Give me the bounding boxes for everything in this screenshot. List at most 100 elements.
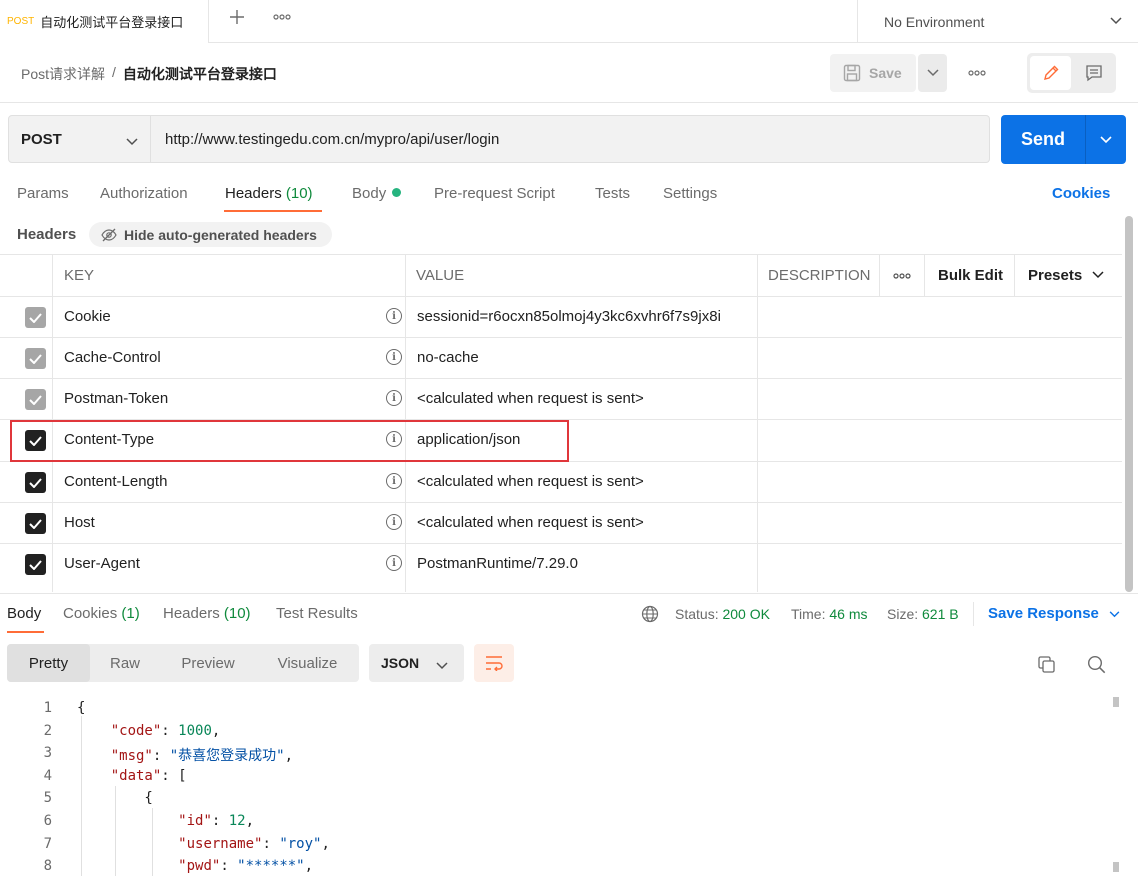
- header-value[interactable]: <calculated when request is sent>: [417, 390, 644, 407]
- url-input[interactable]: http://www.testingedu.com.cn/mypro/api/u…: [151, 115, 990, 163]
- breadcrumb-request-name[interactable]: 自动化测试平台登录接口: [123, 64, 277, 84]
- chevron-down-icon: [126, 133, 138, 150]
- row-checkbox[interactable]: [25, 307, 46, 328]
- presets-dropdown[interactable]: Presets: [1028, 254, 1104, 296]
- search-icon[interactable]: [1085, 653, 1107, 675]
- globe-icon[interactable]: [640, 604, 660, 624]
- comments-button[interactable]: [1075, 56, 1113, 90]
- row-checkbox[interactable]: [25, 554, 46, 575]
- response-body-code[interactable]: 1 {2 "code": 1000, 3 "msg": "恭喜您登录成功", 4 "d…: [0, 696, 1110, 876]
- tab-tests[interactable]: Tests: [595, 185, 630, 202]
- request-scrollbar[interactable]: [1125, 216, 1133, 592]
- breadcrumb-collection[interactable]: Post请求详解: [21, 64, 105, 84]
- more-tabs-icon[interactable]: [270, 6, 294, 28]
- status-readout[interactable]: Status: 200 OK: [675, 606, 770, 622]
- hide-auto-headers-button[interactable]: Hide auto-generated headers: [89, 222, 332, 247]
- code-token: "username": [178, 835, 263, 852]
- save-button[interactable]: Save: [830, 54, 916, 92]
- tab-headers[interactable]: Headers (10): [225, 185, 313, 202]
- code-token: "id": [178, 813, 212, 829]
- info-icon[interactable]: i: [386, 555, 402, 571]
- code-token: {: [77, 790, 153, 807]
- info-icon[interactable]: i: [386, 514, 402, 530]
- code-line: "data": [: [77, 768, 187, 784]
- active-response-tab-indicator: [7, 631, 44, 633]
- save-icon: [843, 64, 861, 82]
- send-options-button[interactable]: [1086, 115, 1126, 164]
- save-options-button[interactable]: [918, 54, 947, 92]
- time-readout[interactable]: Time: 46 ms: [791, 606, 868, 622]
- method-label: POST: [21, 130, 62, 148]
- view-visualize[interactable]: Visualize: [256, 644, 359, 682]
- header-key[interactable]: Cache-Control: [64, 349, 161, 366]
- info-icon[interactable]: i: [386, 473, 402, 489]
- row-checkbox[interactable]: [25, 348, 46, 369]
- active-tab-indicator: [224, 210, 322, 212]
- view-preview[interactable]: Preview: [160, 644, 256, 682]
- row-checkbox[interactable]: [25, 472, 46, 493]
- line-number: 4: [43, 767, 52, 784]
- wrap-lines-button[interactable]: [474, 644, 514, 682]
- table-more-icon[interactable]: [892, 272, 912, 280]
- table-row: Postman-Token i <calculated when request…: [0, 378, 1122, 419]
- more-actions-icon[interactable]: [965, 62, 989, 84]
- headers-section-label: Headers: [17, 226, 77, 243]
- code-token: "恭喜您登录成功": [169, 748, 285, 765]
- row-checkbox[interactable]: [25, 389, 46, 410]
- header-key[interactable]: User-Agent: [64, 555, 140, 572]
- code-token: :: [211, 813, 229, 829]
- response-scroll-down[interactable]: [1113, 862, 1119, 872]
- response-scroll-up[interactable]: [1113, 697, 1119, 707]
- method-select[interactable]: POST: [8, 115, 151, 163]
- table-row: Cookie i sessionid=r6ocxn85olmoj4y3kc6xv…: [0, 296, 1122, 337]
- header-value[interactable]: PostmanRuntime/7.29.0: [417, 555, 578, 572]
- wrap-icon: [486, 656, 503, 671]
- tab-params[interactable]: Params: [17, 185, 69, 202]
- tab-body[interactable]: Body: [352, 185, 402, 202]
- response-tab-body[interactable]: Body: [7, 605, 41, 622]
- header-value[interactable]: <calculated when request is sent>: [417, 473, 644, 490]
- tab-authorization[interactable]: Authorization: [100, 185, 188, 202]
- view-pretty[interactable]: Pretty: [7, 644, 90, 682]
- response-tab-headers-label: Headers: [163, 605, 220, 622]
- code-token: :: [262, 835, 280, 852]
- tab-body-label: Body: [352, 185, 387, 202]
- info-icon[interactable]: i: [386, 308, 402, 324]
- copy-icon[interactable]: [1035, 653, 1057, 675]
- code-token: 12: [228, 813, 246, 829]
- edit-mode-button[interactable]: [1030, 56, 1071, 90]
- time-value: 46 ms: [829, 606, 868, 622]
- environment-label: No Environment: [884, 13, 985, 30]
- request-tab[interactable]: POST 自动化测试平台登录接口: [0, 0, 209, 43]
- save-response-dropdown[interactable]: Save Response: [988, 605, 1120, 622]
- format-select[interactable]: JSON: [369, 644, 464, 682]
- response-tab-test-results[interactable]: Test Results: [276, 605, 358, 622]
- tab-settings[interactable]: Settings: [663, 185, 717, 202]
- line-number: 5: [43, 790, 52, 807]
- bulk-edit-button[interactable]: Bulk Edit: [938, 254, 1003, 296]
- comment-icon: [1086, 65, 1102, 82]
- view-toggle: [1027, 53, 1116, 93]
- environment-selector[interactable]: No Environment: [857, 0, 1138, 43]
- cookies-link[interactable]: Cookies: [1052, 185, 1110, 202]
- new-tab-icon[interactable]: [226, 6, 248, 28]
- header-key[interactable]: Cookie: [64, 308, 111, 325]
- header-value[interactable]: no-cache: [417, 349, 479, 366]
- pencil-icon: [1043, 65, 1058, 80]
- header-key[interactable]: Host: [64, 514, 95, 531]
- info-icon[interactable]: i: [386, 390, 402, 406]
- send-button[interactable]: Send: [1001, 115, 1085, 164]
- info-icon[interactable]: i: [386, 349, 402, 365]
- header-key[interactable]: Postman-Token: [64, 390, 168, 407]
- header-value[interactable]: <calculated when request is sent>: [417, 514, 644, 531]
- status-value: 200 OK: [722, 606, 770, 622]
- header-key[interactable]: Content-Length: [64, 473, 167, 490]
- view-raw[interactable]: Raw: [90, 644, 160, 682]
- row-checkbox[interactable]: [25, 513, 46, 534]
- line-number: 1: [43, 700, 52, 716]
- response-tab-cookies[interactable]: Cookies (1): [63, 605, 140, 622]
- size-readout[interactable]: Size: 621 B: [887, 606, 959, 622]
- tab-prerequest-script[interactable]: Pre-request Script: [434, 185, 555, 202]
- response-tab-headers[interactable]: Headers (10): [163, 605, 251, 622]
- header-value[interactable]: sessionid=r6ocxn85olmoj4y3kc6xvhr6f7s9jx…: [417, 308, 721, 325]
